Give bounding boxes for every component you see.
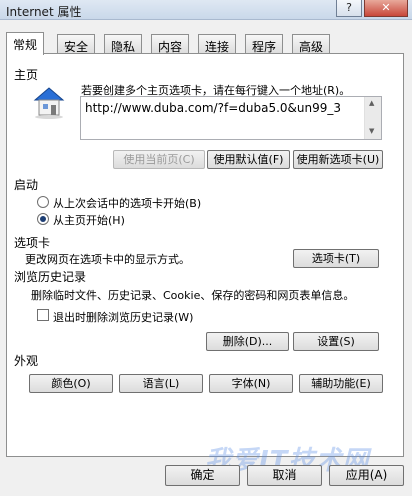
home-url-box[interactable]: http://www.duba.com/?f=duba5.0&un99_3 ▲ … bbox=[80, 96, 382, 140]
home-url-text: http://www.duba.com/?f=duba5.0&un99_3 bbox=[85, 101, 341, 115]
tab-programs[interactable]: 程序 bbox=[245, 34, 284, 54]
history-settings-button[interactable]: 设置(S) bbox=[293, 332, 379, 351]
delete-history-button[interactable]: 删除(D)... bbox=[206, 332, 289, 351]
tab-strip: 常规 安全 隐私 内容 连接 程序 高级 bbox=[6, 32, 406, 55]
tab-general[interactable]: 常规 bbox=[6, 32, 45, 55]
house-icon bbox=[29, 84, 69, 120]
history-section-title: 浏览历史记录 bbox=[14, 270, 87, 284]
languages-button[interactable]: 语言(L) bbox=[119, 374, 203, 393]
ok-button[interactable]: 确定 bbox=[165, 465, 240, 486]
title-bar: Internet 属性 ? ✕ bbox=[0, 0, 412, 20]
home-url-scrollbar[interactable]: ▲ ▼ bbox=[364, 97, 381, 139]
tab-security[interactable]: 安全 bbox=[57, 34, 96, 54]
startup-section-title: 启动 bbox=[14, 178, 39, 192]
tab-content[interactable]: 内容 bbox=[151, 34, 190, 54]
home-section-title: 主页 bbox=[14, 68, 39, 82]
close-button[interactable]: ✕ bbox=[364, 0, 408, 17]
help-button[interactable]: ? bbox=[336, 0, 362, 17]
use-default-button[interactable]: 使用默认值(F) bbox=[207, 150, 290, 169]
cancel-button[interactable]: 取消 bbox=[247, 465, 322, 486]
use-new-tab-button[interactable]: 使用新选项卡(U) bbox=[293, 150, 383, 169]
window-title: Internet 属性 bbox=[6, 5, 82, 19]
tabs-description: 更改网页在选项卡中的显示方式。 bbox=[25, 253, 190, 266]
start-home-radio[interactable] bbox=[37, 213, 49, 225]
accessibility-button[interactable]: 辅助功能(E) bbox=[299, 374, 383, 393]
tab-privacy[interactable]: 隐私 bbox=[104, 34, 143, 54]
tabs-settings-button[interactable]: 选项卡(T) bbox=[293, 249, 379, 268]
start-last-session-radio[interactable] bbox=[37, 196, 49, 208]
start-last-session-label[interactable]: 从上次会话中的选项卡开始(B) bbox=[53, 195, 201, 211]
delete-on-exit-label[interactable]: 退出时删除浏览历史记录(W) bbox=[53, 309, 193, 325]
delete-on-exit-checkbox[interactable] bbox=[37, 309, 49, 321]
tabs-section-title: 选项卡 bbox=[14, 236, 51, 250]
scroll-down-icon[interactable]: ▼ bbox=[369, 127, 374, 135]
apply-button[interactable]: 应用(A) bbox=[329, 465, 404, 486]
general-panel: 主页 若要创建多个主页选项卡，请在每行键入一个地址(R)。 http://www… bbox=[6, 53, 404, 457]
tab-connections[interactable]: 连接 bbox=[198, 34, 237, 54]
colors-button[interactable]: 颜色(O) bbox=[29, 374, 113, 393]
fonts-button[interactable]: 字体(N) bbox=[209, 374, 293, 393]
tab-advanced[interactable]: 高级 bbox=[292, 34, 331, 54]
history-description: 删除临时文件、历史记录、Cookie、保存的密码和网页表单信息。 bbox=[31, 289, 355, 302]
appearance-section-title: 外观 bbox=[14, 354, 39, 368]
start-home-label[interactable]: 从主页开始(H) bbox=[53, 212, 125, 228]
use-current-button[interactable]: 使用当前页(C) bbox=[113, 150, 205, 169]
scroll-up-icon[interactable]: ▲ bbox=[369, 99, 374, 107]
